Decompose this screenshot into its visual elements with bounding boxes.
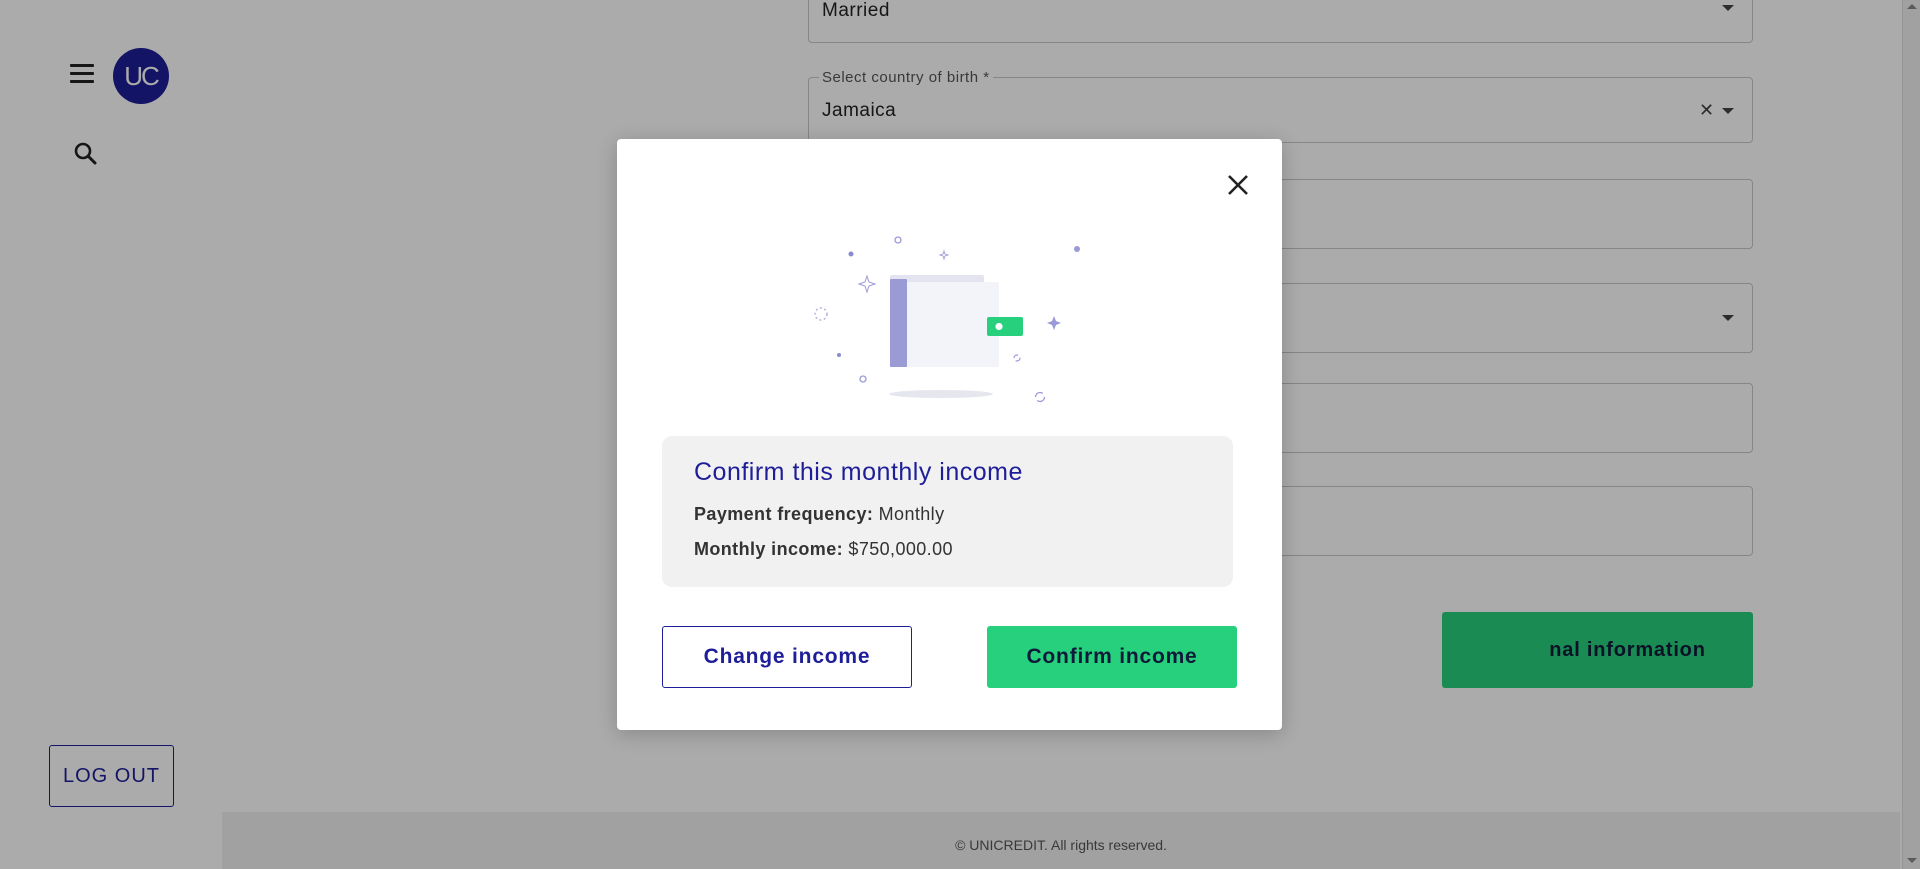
confirm-income-dialog: Confirm this monthly income Payment freq… [617, 139, 1282, 730]
wallet-illustration [807, 222, 1087, 422]
monthly-income-value: $750,000.00 [848, 539, 953, 559]
close-icon[interactable] [1222, 169, 1254, 201]
confirm-income-button[interactable]: Confirm income [987, 626, 1237, 688]
monthly-income-row: Monthly income: $750,000.00 [694, 539, 953, 560]
payment-frequency-value: Monthly [878, 504, 945, 524]
payment-frequency-label: Payment frequency: [694, 504, 879, 524]
dialog-title: Confirm this monthly income [694, 458, 1023, 486]
change-income-button[interactable]: Change income [662, 626, 912, 688]
monthly-income-label: Monthly income: [694, 539, 849, 559]
payment-frequency-row: Payment frequency: Monthly [694, 504, 944, 525]
income-summary-card: Confirm this monthly income Payment freq… [662, 436, 1233, 587]
